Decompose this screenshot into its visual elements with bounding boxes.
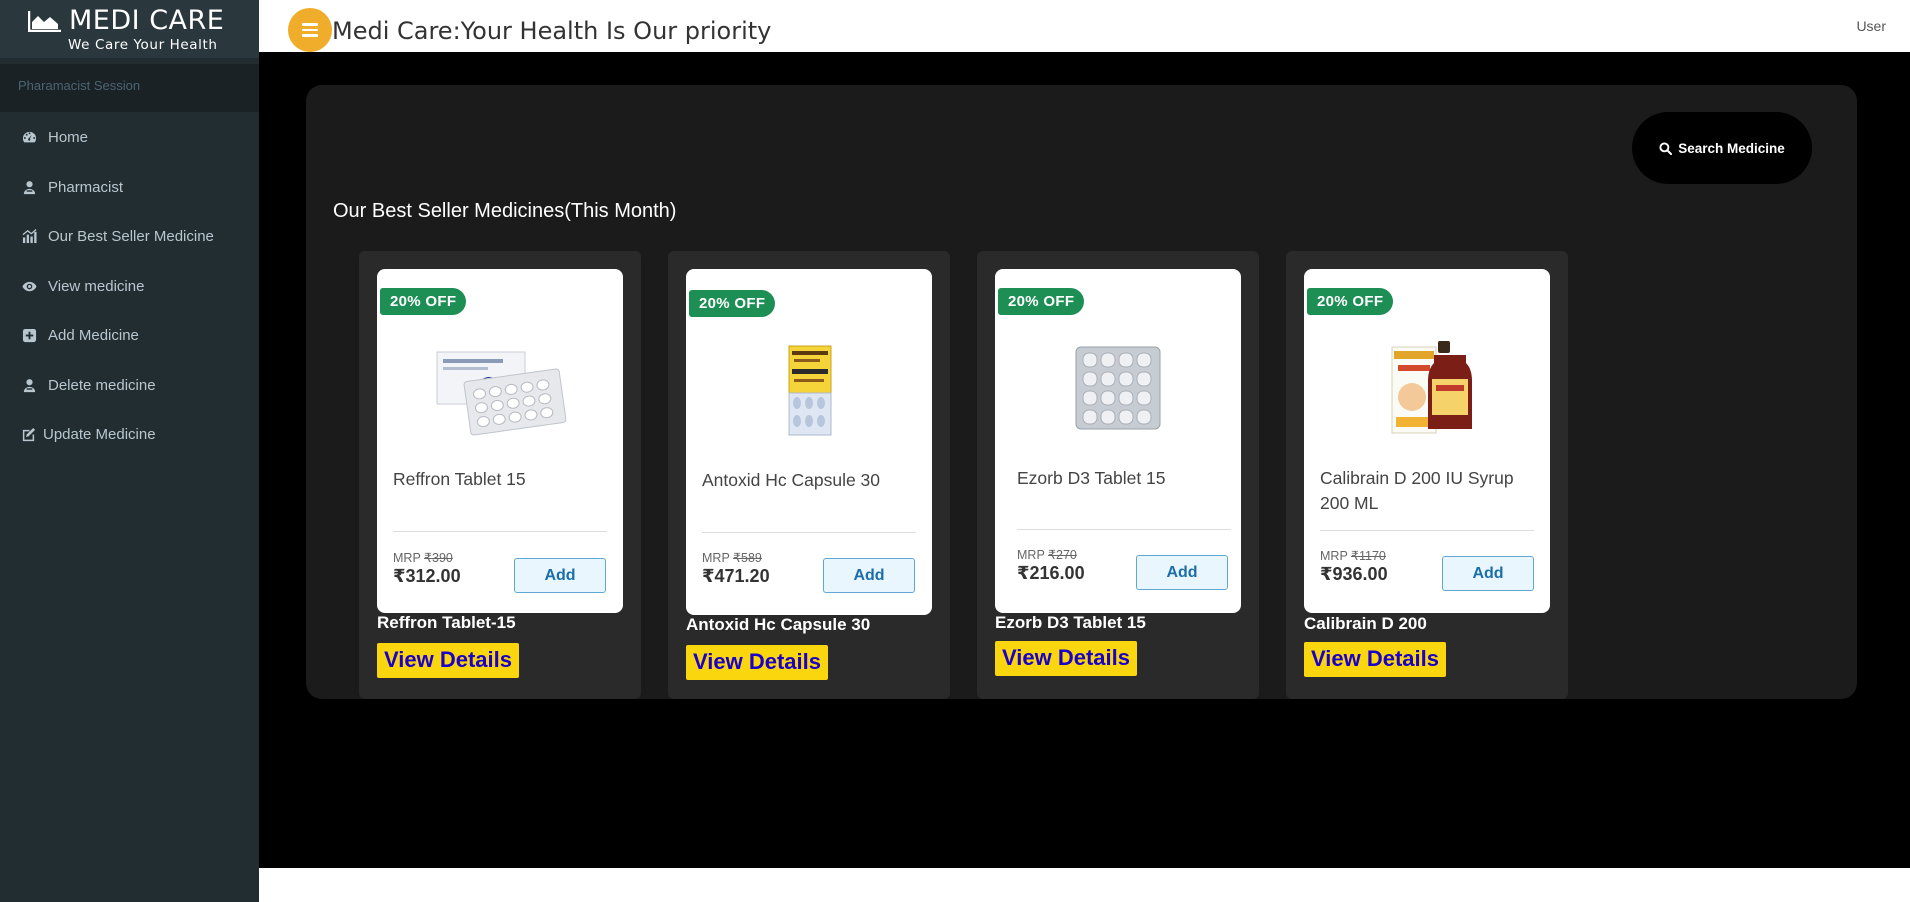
product-card[interactable]: 20% OFF Antoxid Hc Capsule 30 MRP ₹589 ₹… [686,269,932,615]
view-details-button[interactable]: View Details [686,645,828,680]
divider [1017,529,1231,530]
divider [702,532,916,533]
product-item: 20% OFF Reffron Tablet 15 MRP ₹390 ₹312.… [359,251,641,699]
product-caption: Reffron Tablet-15 [377,613,516,632]
mrp-label: MRP ₹589 [702,550,762,565]
search-icon [1659,141,1673,155]
product-name[interactable]: Reffron Tablet 15 [393,467,613,492]
view-details-button[interactable]: View Details [995,641,1137,676]
sidebar-item-label: Our Best Seller Medicine [48,228,214,246]
add-to-cart-button[interactable]: Add [823,558,915,593]
view-details-button[interactable]: View Details [377,643,519,678]
search-medicine-button[interactable]: Search Medicine [1632,112,1812,184]
section-title: Our Best Seller Medicines(This Month) [333,200,677,222]
user-menu[interactable]: User [1856,18,1886,34]
sidebar: MEDI CARE We Care Your Health Pharamacis… [0,0,259,902]
search-button-label: Search Medicine [1678,140,1785,156]
product-card[interactable]: 20% OFF Calibrain D 200 IU Syrup 200 ML … [1304,269,1550,613]
chart-icon [21,229,37,245]
product-name[interactable]: Antoxid Hc Capsule 30 [702,468,922,493]
session-label: Pharamacist Session [0,64,259,112]
content-panel: Search Medicine Our Best Seller Medicine… [306,85,1857,699]
user-doctor-icon [21,377,37,393]
sidebar-nav: Home Pharmacist Our Best Seller Medicine… [0,113,259,460]
brand[interactable]: MEDI CARE We Care Your Health [0,0,259,58]
page-title: Medi Care:Your Health Is Our priority [332,17,772,45]
discount-badge: 20% OFF [380,288,467,315]
mrp-text: MRP [702,551,730,565]
divider [1320,530,1534,531]
sidebar-item-best-seller[interactable]: Our Best Seller Medicine [0,212,259,262]
sidebar-item-update-medicine[interactable]: Update Medicine [0,410,259,460]
product-image [1075,346,1161,430]
plus-square-icon [21,328,37,344]
sidebar-item-home[interactable]: Home [0,113,259,163]
discount-badge: 20% OFF [689,290,776,317]
sidebar-item-pharmacist[interactable]: Pharmacist [0,163,259,213]
divider [393,531,607,532]
product-card[interactable]: 20% OFF Ezorb D3 Tablet 15 MRP ₹270 ₹216… [995,269,1241,613]
product-price: ₹936.00 [1320,564,1388,584]
sidebar-item-label: Add Medicine [48,327,139,345]
sidebar-item-add-medicine[interactable]: Add Medicine [0,311,259,361]
product-image [1391,341,1472,434]
product-name[interactable]: Calibrain D 200 IU Syrup 200 ML [1320,466,1540,516]
product-item: 20% OFF Calibrain D 200 IU Syrup 200 ML … [1286,251,1568,699]
brand-tagline: We Care Your Health [68,37,218,53]
discount-badge: 20% OFF [998,288,1085,315]
add-to-cart-button[interactable]: Add [1136,555,1228,590]
main-content: Search Medicine Our Best Seller Medicine… [259,52,1910,868]
sidebar-item-label: Delete medicine [48,376,156,394]
sidebar-item-label: View medicine [48,277,145,295]
add-to-cart-button[interactable]: Add [1442,556,1534,591]
sidebar-item-delete-medicine[interactable]: Delete medicine [0,361,259,411]
user-doctor-icon [21,179,37,195]
mrp-label: MRP ₹270 [1017,547,1077,562]
area-chart-icon [28,11,61,32]
dashboard-icon [21,130,37,146]
mrp-label: MRP ₹1170 [1320,548,1386,563]
brand-title: MEDI CARE [69,5,225,36]
sidebar-item-view-medicine[interactable]: View medicine [0,262,259,312]
menu-toggle-button[interactable] [288,8,332,52]
product-name[interactable]: Ezorb D3 Tablet 15 [1017,466,1237,491]
mrp-value: ₹390 [424,551,453,565]
product-image [436,351,567,436]
product-item: 20% OFF Antoxid Hc Capsule 30 MRP ₹589 ₹… [668,251,950,699]
product-caption: Ezorb D3 Tablet 15 [995,613,1146,632]
top-header: Medi Care:Your Health Is Our priority Us… [259,0,1910,52]
product-price: ₹216.00 [1017,563,1085,583]
sidebar-item-label: Pharmacist [48,178,124,196]
product-image [788,345,832,436]
product-price: ₹471.20 [702,566,770,586]
discount-badge: 20% OFF [1307,288,1394,315]
mrp-value: ₹1170 [1351,549,1386,563]
product-card[interactable]: 20% OFF Reffron Tablet 15 MRP ₹390 ₹312.… [377,269,623,613]
mrp-text: MRP [1320,549,1348,563]
mrp-text: MRP [393,551,421,565]
sidebar-item-label: Update Medicine [43,426,156,444]
mrp-value: ₹589 [733,551,762,565]
edit-icon [20,427,36,443]
product-caption: Antoxid Hc Capsule 30 [686,615,871,634]
product-item: 20% OFF Ezorb D3 Tablet 15 MRP ₹270 ₹216… [977,251,1259,699]
hamburger-icon [302,23,318,37]
sidebar-item-label: Home [48,129,89,147]
add-to-cart-button[interactable]: Add [514,558,606,593]
mrp-value: ₹270 [1048,548,1077,562]
eye-icon [21,278,37,294]
mrp-label: MRP ₹390 [393,550,453,565]
view-details-button[interactable]: View Details [1304,642,1446,677]
product-price: ₹312.00 [393,566,461,586]
product-caption: Calibrain D 200 [1304,614,1427,633]
mrp-text: MRP [1017,548,1045,562]
